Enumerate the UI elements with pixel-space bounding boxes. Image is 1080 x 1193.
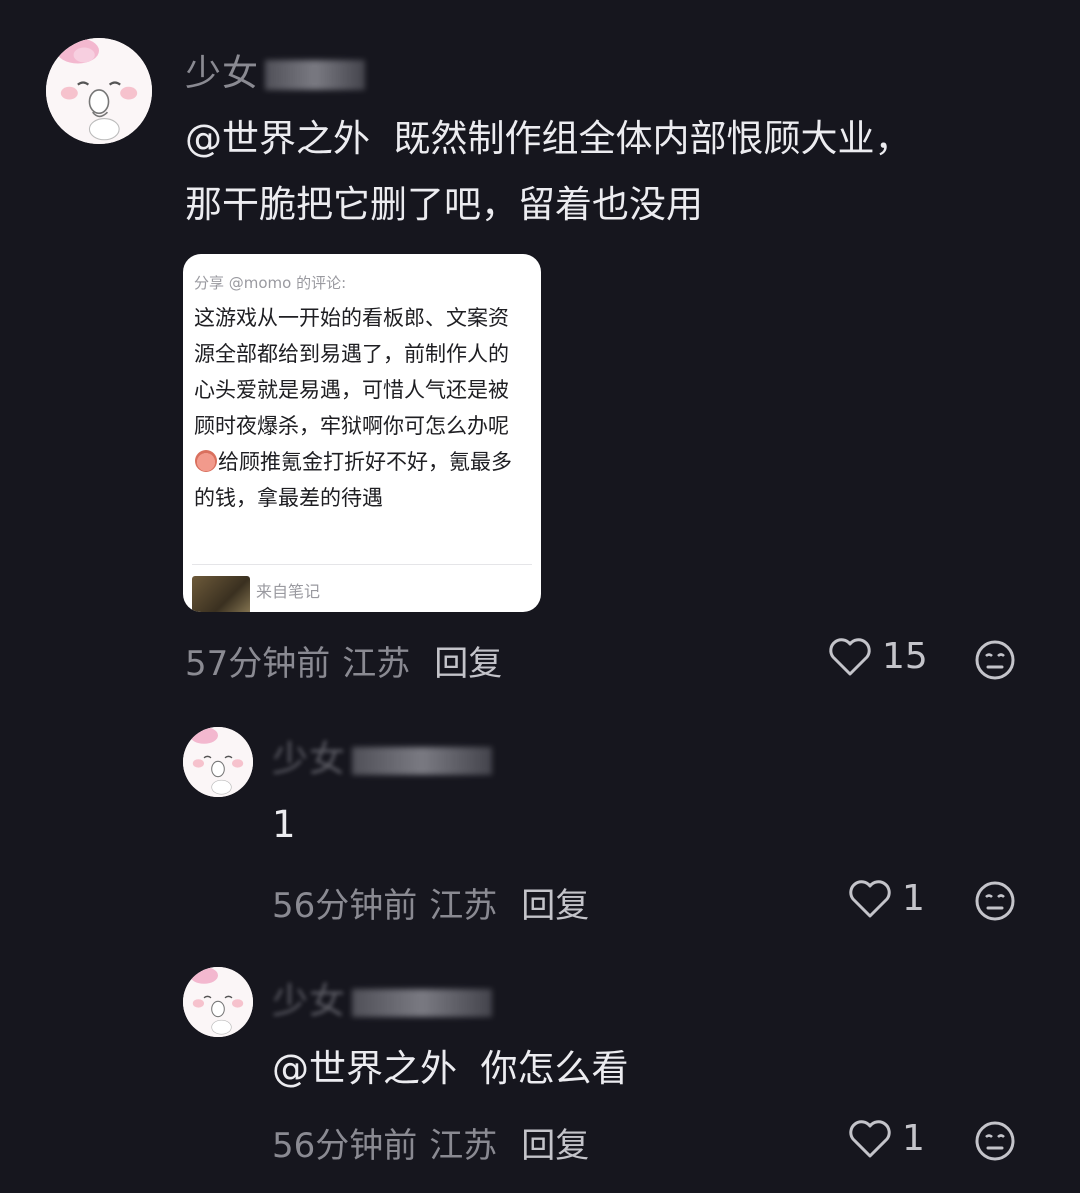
reply-button[interactable]: 回复: [521, 1126, 589, 1166]
redacted-name: [352, 989, 493, 1017]
note-thumbnail: [192, 576, 250, 612]
heart-icon: [849, 879, 891, 917]
redacted-name: [265, 60, 366, 90]
comment-meta: 57分钟前 江苏 回复: [185, 636, 502, 685]
quote-body: 这游戏从一开始的看板郎、文案资源全部都给到易遇了，前制作人的心头爱就是易遇，可惜…: [194, 306, 512, 510]
comment-text: 1: [272, 803, 296, 846]
reply-button[interactable]: 回复: [521, 886, 589, 926]
crying-emoji-icon: [195, 450, 217, 472]
like-button[interactable]: 1: [848, 1118, 925, 1159]
heart-icon: [829, 637, 871, 675]
quote-divider: [192, 564, 532, 565]
avatar-cartoon-icon: [183, 967, 253, 1037]
quote-source-label: 来自笔记: [256, 582, 321, 601]
timestamp: 57分钟前: [185, 644, 331, 684]
username[interactable]: 少女: [185, 44, 366, 96]
redacted-name: [352, 747, 493, 775]
comment-thread: 少女 @世界之外 既然制作组全体内部恨顾大业， 那干脆把它删了吧，留着也没用 分…: [0, 0, 1080, 1193]
avatar-cartoon-icon: [183, 727, 253, 797]
comment-meta: 56分钟前 江苏 回复: [272, 1118, 589, 1167]
avatar[interactable]: [46, 38, 152, 144]
like-count: 15: [882, 636, 928, 677]
avatar-cartoon-icon: [46, 38, 152, 144]
mention-link[interactable]: @世界之外: [185, 117, 370, 160]
comment-text-line2: 那干脆把它删了吧，留着也没用: [185, 183, 703, 226]
emoji-reaction-icon[interactable]: [974, 1120, 1016, 1162]
comment-meta: 56分钟前 江苏 回复: [272, 878, 589, 927]
username[interactable]: 少女: [272, 730, 493, 782]
like-button[interactable]: 1: [848, 878, 925, 919]
location: 江苏: [342, 644, 411, 684]
location: 江苏: [429, 886, 498, 926]
emoji-reaction-icon[interactable]: [974, 639, 1016, 681]
heart-icon: [849, 1119, 891, 1157]
quoted-comment-card[interactable]: 分享 @momo 的评论: 这游戏从一开始的看板郎、文案资源全部都给到易遇了，前…: [183, 254, 541, 612]
comment-text: @世界之外 既然制作组全体内部恨顾大业，: [185, 117, 912, 160]
like-count: 1: [902, 878, 925, 919]
reply-button[interactable]: 回复: [434, 644, 502, 684]
quote-source[interactable]: 来自笔记: [192, 564, 532, 612]
like-count: 1: [902, 1118, 925, 1159]
quote-header: 分享 @momo 的评论:: [194, 274, 347, 292]
location: 江苏: [429, 1126, 498, 1166]
mention-link[interactable]: @世界之外: [272, 1047, 457, 1090]
timestamp: 56分钟前: [272, 1126, 418, 1166]
avatar[interactable]: [183, 967, 253, 1037]
comment-text: @世界之外 你怎么看: [272, 1047, 629, 1090]
username[interactable]: 少女: [272, 972, 493, 1024]
avatar[interactable]: [183, 727, 253, 797]
like-button[interactable]: 15: [828, 636, 928, 677]
emoji-reaction-icon[interactable]: [974, 880, 1016, 922]
timestamp: 56分钟前: [272, 886, 418, 926]
